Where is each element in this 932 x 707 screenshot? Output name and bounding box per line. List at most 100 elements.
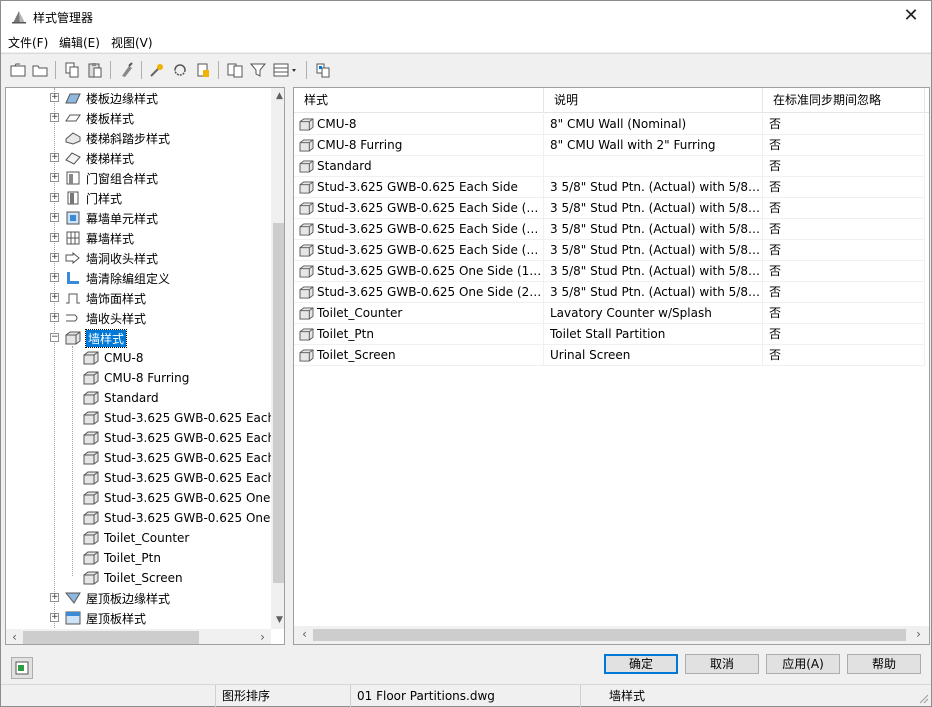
settings-icon[interactable]: [313, 60, 333, 80]
tree-child-item[interactable]: CMU-8: [82, 348, 143, 368]
scroll-thumb[interactable]: [273, 223, 284, 583]
cell-ignore-sync[interactable]: 否: [763, 156, 925, 177]
tree-child-item[interactable]: Stud-3.625 GWB-0.625 Each: [82, 448, 275, 468]
cell-ignore-sync[interactable]: 否: [763, 345, 925, 366]
compare-icon[interactable]: [225, 60, 245, 80]
expand-icon[interactable]: +: [50, 593, 59, 602]
column-header-ignore-sync[interactable]: 在标准同步期间忽略: [763, 88, 925, 113]
tree-child-item[interactable]: Stud-3.625 GWB-0.625 Each: [82, 428, 275, 448]
tree-item[interactable]: + 幕墙单元样式: [50, 208, 158, 228]
style-tree[interactable]: + 楼板边缘样式 + 楼板样式 楼梯斜踏步样式 + 楼梯样式 + 门窗组合样式 …: [5, 87, 285, 645]
scroll-thumb[interactable]: [23, 631, 199, 644]
cell-ignore-sync[interactable]: 否: [763, 261, 925, 282]
resize-grip-icon[interactable]: [917, 692, 929, 704]
new-icon[interactable]: [8, 60, 28, 80]
expand-icon[interactable]: +: [50, 613, 59, 622]
table-row[interactable]: CMU-8 Furring 8" CMU Wall with 2" Furring…: [294, 135, 925, 156]
expand-icon[interactable]: +: [50, 293, 59, 302]
purge-icon[interactable]: [117, 60, 137, 80]
expand-icon[interactable]: +: [50, 93, 59, 102]
ok-button[interactable]: 确定: [604, 654, 678, 674]
tree-item[interactable]: + 门样式: [50, 188, 122, 208]
view-icon[interactable]: [272, 60, 300, 80]
tree-item[interactable]: + 墙清除编组定义: [50, 268, 170, 288]
menu-file[interactable]: 文件(F): [8, 34, 48, 51]
update-icon[interactable]: [193, 60, 213, 80]
expand-icon[interactable]: +: [50, 313, 59, 322]
scroll-left-icon[interactable]: ‹: [6, 629, 23, 644]
table-row[interactable]: Toilet_Counter Lavatory Counter w/Splash 否: [294, 303, 925, 324]
scroll-right-icon[interactable]: ›: [254, 629, 271, 644]
table-row[interactable]: Standard 否: [294, 156, 925, 177]
expand-icon[interactable]: +: [50, 113, 59, 122]
tree-child-item[interactable]: Stud-3.625 GWB-0.625 Each: [82, 408, 275, 428]
sync-icon[interactable]: [170, 60, 190, 80]
close-icon[interactable]: ✕: [891, 1, 931, 32]
tree-child-item[interactable]: Standard: [82, 388, 159, 408]
cell-ignore-sync[interactable]: 否: [763, 282, 925, 303]
tree-item[interactable]: 楼梯斜踏步样式: [50, 128, 170, 148]
tree-horizontal-scrollbar[interactable]: ‹ ›: [6, 629, 271, 644]
tree-vertical-scrollbar[interactable]: ▲ ▼: [271, 88, 284, 629]
scroll-thumb[interactable]: [313, 629, 906, 641]
cell-ignore-sync[interactable]: 否: [763, 219, 925, 240]
help-button[interactable]: 帮助: [847, 654, 921, 674]
table-row[interactable]: Stud-3.625 GWB-0.625 Each Side (So... 3 5…: [294, 240, 925, 261]
tree-item[interactable]: + 墙收头样式: [50, 308, 146, 328]
open-icon[interactable]: [30, 60, 50, 80]
scroll-left-icon[interactable]: ‹: [296, 626, 313, 644]
tree-item[interactable]: + 门窗组合样式: [50, 168, 158, 188]
cell-ignore-sync[interactable]: 否: [763, 114, 925, 135]
style-list[interactable]: 样式 说明 在标准同步期间忽略 CMU-8 8" CMU Wall (Nomina…: [293, 87, 930, 645]
tree-child-item[interactable]: CMU-8 Furring: [82, 368, 189, 388]
table-row[interactable]: Toilet_Screen Urinal Screen 否: [294, 345, 925, 366]
scroll-right-icon[interactable]: ›: [910, 626, 927, 644]
paste-icon[interactable]: [85, 60, 105, 80]
expand-icon[interactable]: +: [50, 253, 59, 262]
cell-ignore-sync[interactable]: 否: [763, 240, 925, 261]
edit-style-icon[interactable]: [147, 60, 167, 80]
apply-button[interactable]: 应用(A): [766, 654, 840, 674]
tree-child-item[interactable]: Stud-3.625 GWB-0.625 Each: [82, 468, 275, 488]
tree-item[interactable]: + 楼板样式: [50, 108, 134, 128]
tree-item[interactable]: + 屋顶板样式: [50, 608, 146, 628]
tree-item[interactable]: + 墙饰面样式: [50, 288, 146, 308]
list-horizontal-scrollbar[interactable]: ‹ ›: [294, 626, 929, 644]
cell-ignore-sync[interactable]: 否: [763, 135, 925, 156]
tree-item[interactable]: + 屋顶板边缘样式: [50, 588, 170, 608]
tree-item[interactable]: + 楼板边缘样式: [50, 88, 158, 108]
table-row[interactable]: Stud-3.625 GWB-0.625 One Side (2 ... 3 5/…: [294, 282, 925, 303]
table-row[interactable]: Stud-3.625 GWB-0.625 Each Side (2 ... 3 5…: [294, 219, 925, 240]
copy-icon[interactable]: [62, 60, 82, 80]
expand-icon[interactable]: +: [50, 233, 59, 242]
column-header-style[interactable]: 样式: [294, 88, 544, 113]
menu-edit[interactable]: 编辑(E): [59, 34, 100, 51]
collapse-icon[interactable]: −: [50, 333, 59, 342]
tree-child-item[interactable]: Stud-3.625 GWB-0.625 One S: [82, 488, 282, 508]
cell-ignore-sync[interactable]: 否: [763, 303, 925, 324]
menu-view[interactable]: 视图(V): [111, 34, 153, 51]
tree-child-item[interactable]: Toilet_Counter: [82, 528, 189, 548]
expand-icon[interactable]: +: [50, 273, 59, 282]
table-row[interactable]: Stud-3.625 GWB-0.625 Each Side (1 ... 3 5…: [294, 198, 925, 219]
expand-icon[interactable]: +: [50, 213, 59, 222]
table-row[interactable]: CMU-8 8" CMU Wall (Nominal) 否: [294, 114, 925, 135]
expand-icon[interactable]: +: [50, 153, 59, 162]
tree-child-item[interactable]: Stud-3.625 GWB-0.625 One S: [82, 508, 282, 528]
cell-ignore-sync[interactable]: 否: [763, 177, 925, 198]
tree-item[interactable]: + 幕墙样式: [50, 228, 134, 248]
tree-child-item[interactable]: Toilet_Screen: [82, 568, 183, 588]
tree-item-wall-styles[interactable]: − 墙样式: [50, 328, 128, 348]
cell-ignore-sync[interactable]: 否: [763, 324, 925, 345]
table-row[interactable]: Stud-3.625 GWB-0.625 One Side (1 ... 3 5/…: [294, 261, 925, 282]
tree-item[interactable]: + 楼梯样式: [50, 148, 134, 168]
table-row[interactable]: Toilet_Ptn Toilet Stall Partition 否: [294, 324, 925, 345]
table-row[interactable]: Stud-3.625 GWB-0.625 Each Side 3 5/8" Stu…: [294, 177, 925, 198]
filter-icon[interactable]: [248, 60, 268, 80]
tree-item[interactable]: + 墙洞收头样式: [50, 248, 158, 268]
cancel-button[interactable]: 取消: [685, 654, 759, 674]
scroll-up-icon[interactable]: ▲: [271, 88, 284, 105]
expand-icon[interactable]: +: [50, 173, 59, 182]
expand-icon[interactable]: +: [50, 193, 59, 202]
tree-child-item[interactable]: Toilet_Ptn: [82, 548, 161, 568]
